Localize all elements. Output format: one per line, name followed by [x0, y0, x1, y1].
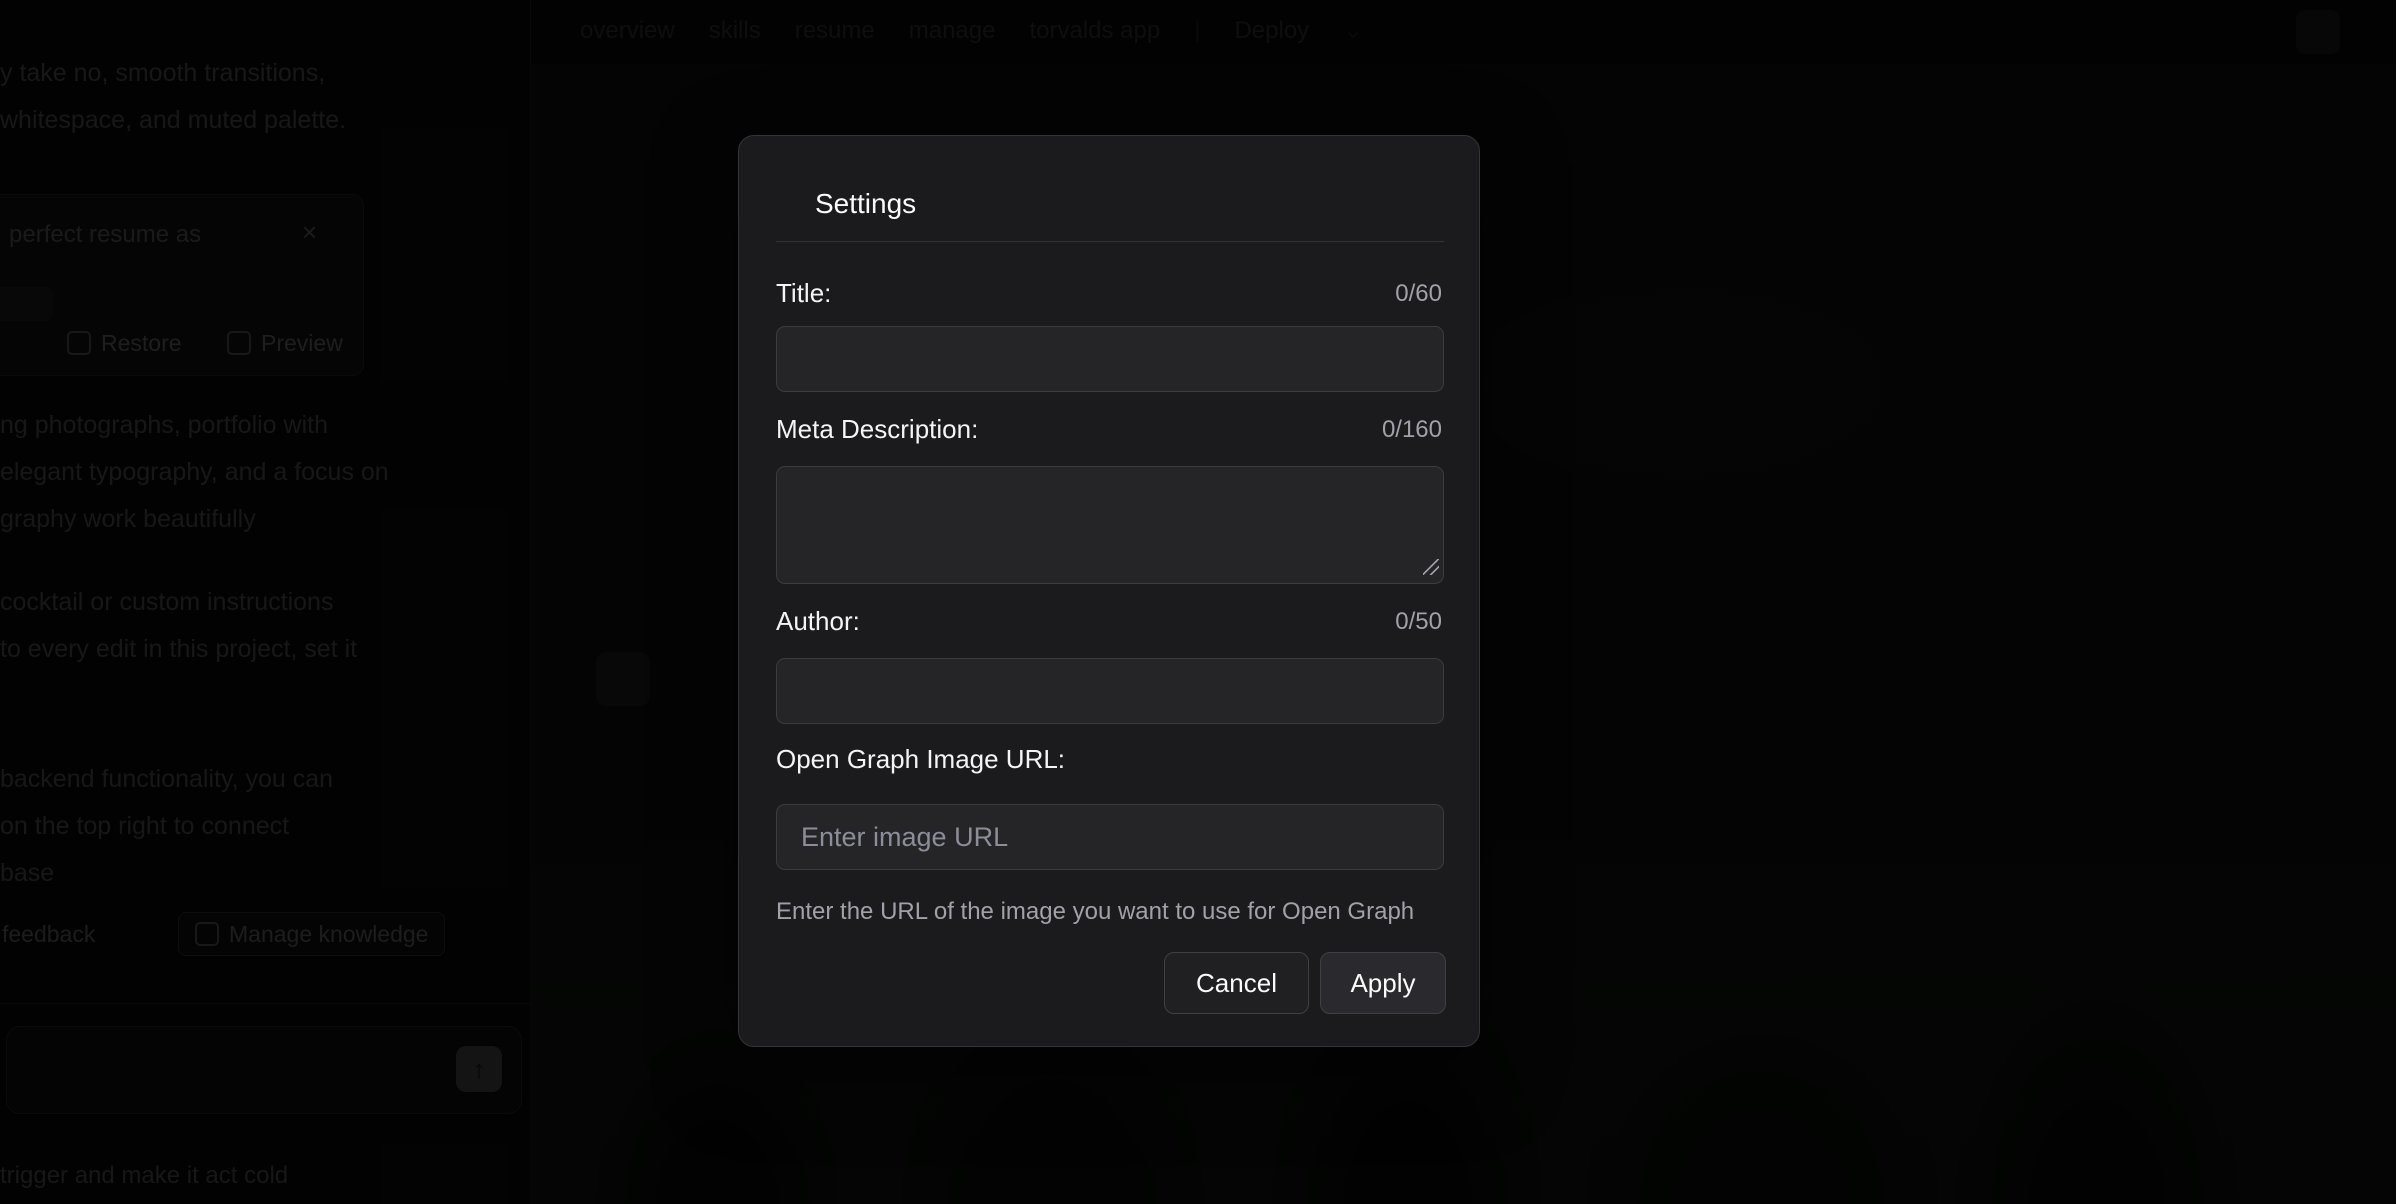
meta-description-counter: 0/160 [1382, 416, 1442, 444]
title-input[interactable] [776, 326, 1444, 392]
title-label: Title: [776, 278, 831, 309]
meta-description-field-wrap [776, 466, 1444, 584]
author-label: Author: [776, 606, 860, 637]
og-image-url-helper: Enter the URL of the image you want to u… [776, 898, 1414, 926]
og-image-url-input[interactable] [776, 804, 1444, 870]
title-counter: 0/60 [1395, 280, 1442, 308]
app-window: overview skills resume manage torvalds a… [0, 0, 2396, 1204]
author-counter: 0/50 [1395, 608, 1442, 636]
resize-handle-icon[interactable] [1423, 559, 1439, 575]
author-input[interactable] [776, 658, 1444, 724]
modal-title-divider [776, 241, 1444, 242]
og-image-url-label: Open Graph Image URL: [776, 744, 1065, 775]
settings-modal: Settings Title: 0/60 Meta Description: 0… [738, 135, 1480, 1047]
meta-description-label: Meta Description: [776, 414, 978, 445]
apply-button[interactable]: Apply [1320, 952, 1446, 1014]
modal-title: Settings [815, 188, 916, 220]
meta-description-textarea[interactable] [776, 466, 1444, 584]
cancel-button[interactable]: Cancel [1164, 952, 1309, 1014]
